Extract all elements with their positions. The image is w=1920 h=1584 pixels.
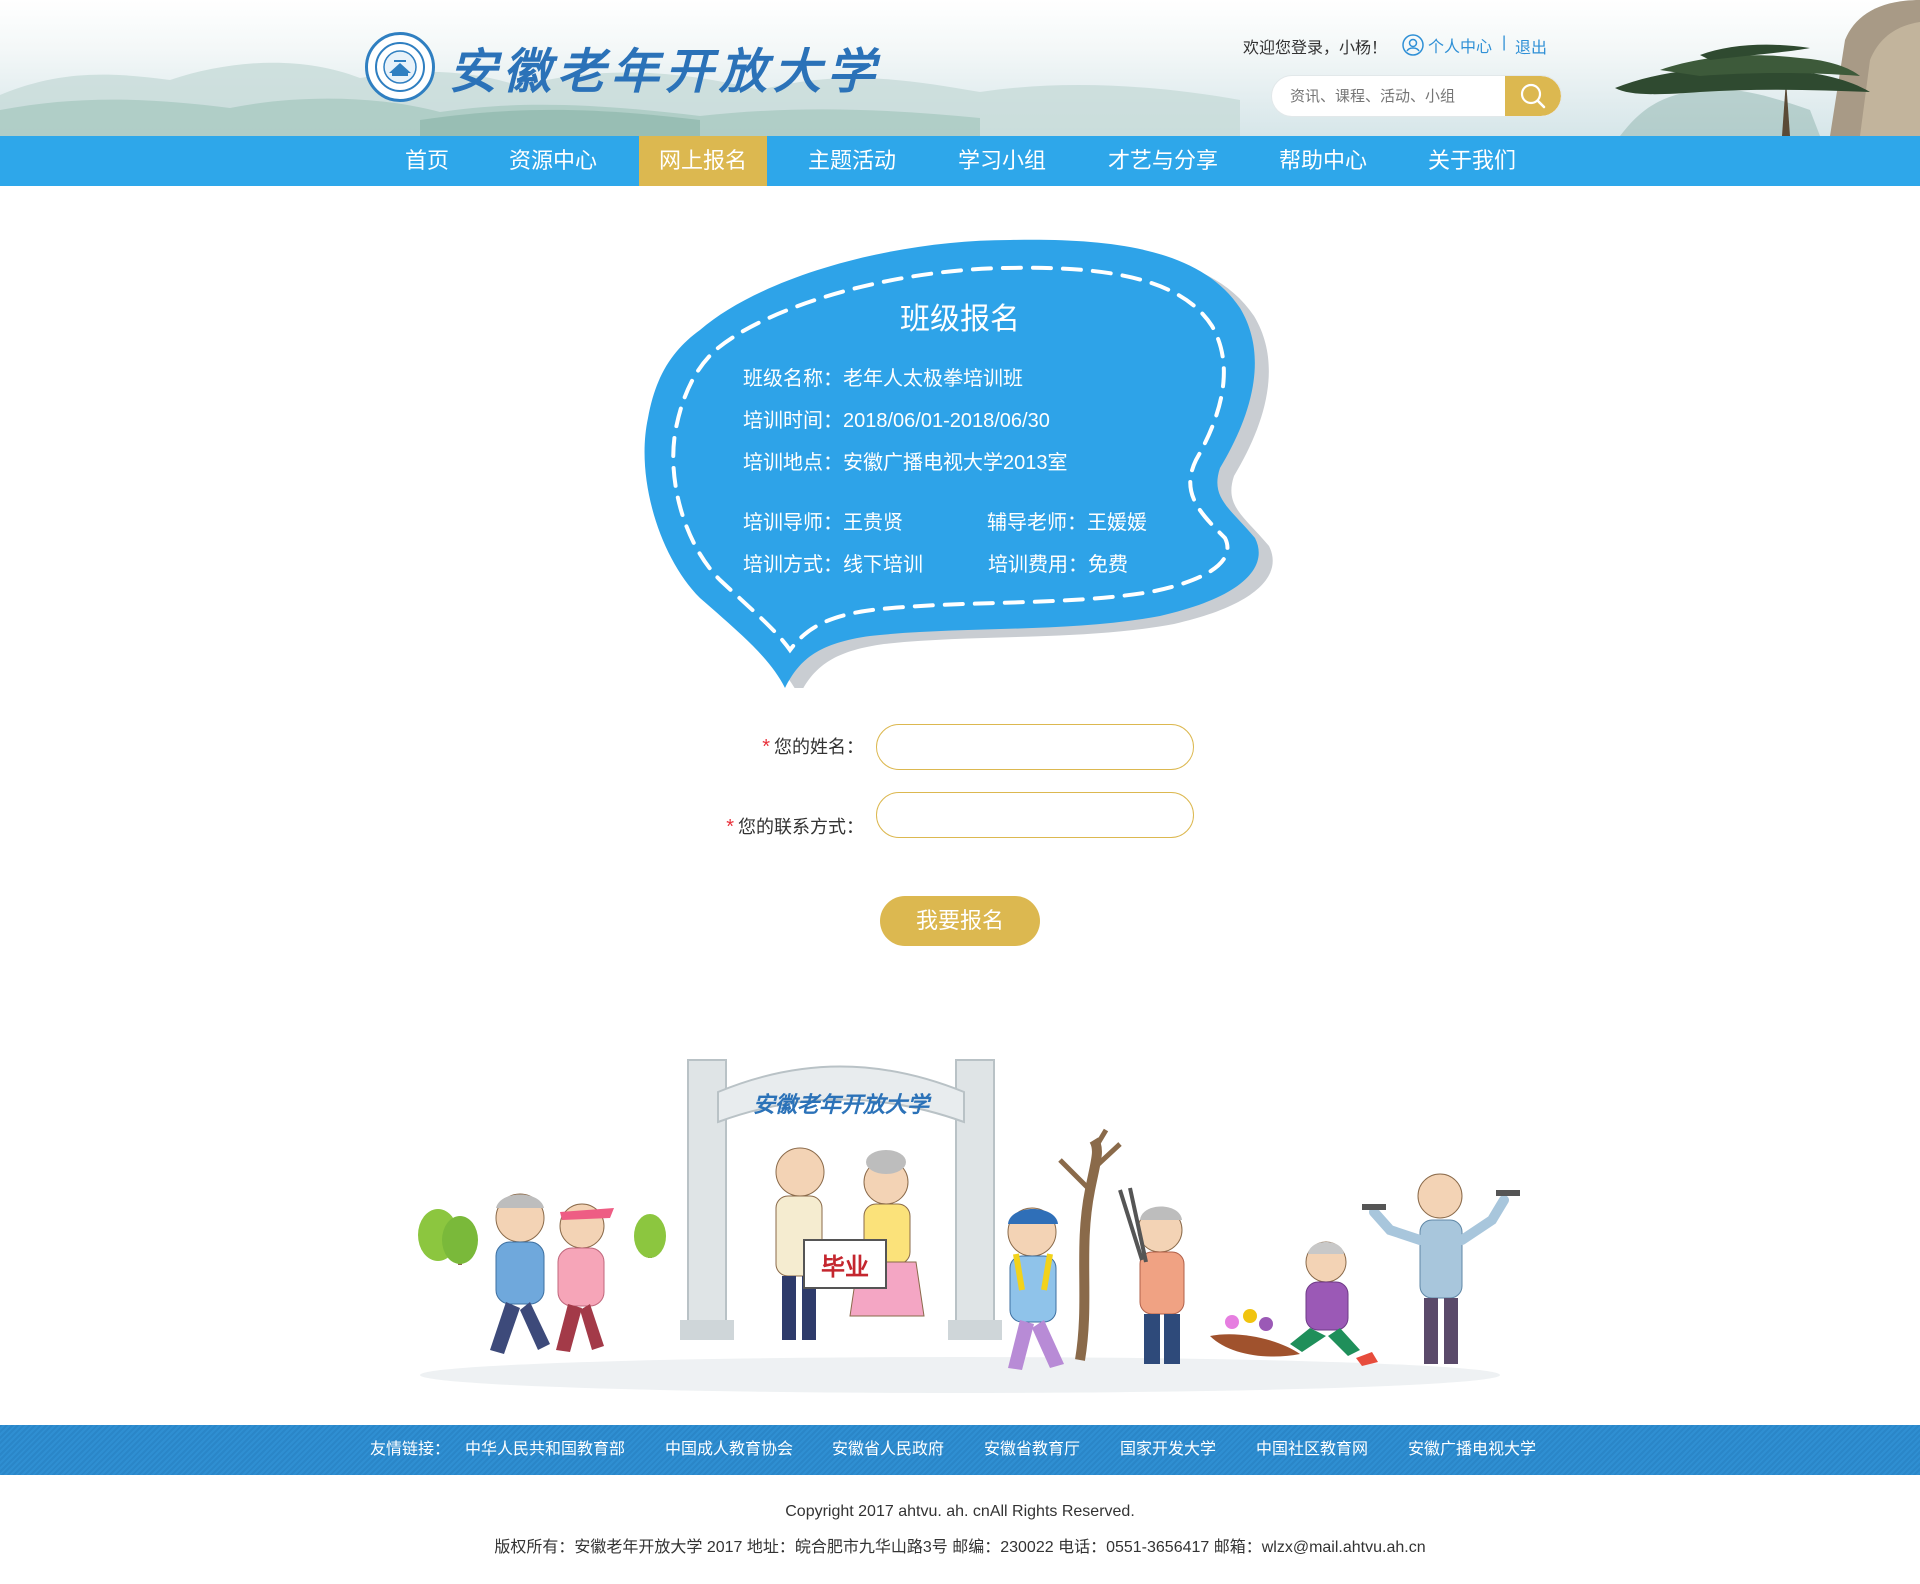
- nav-item-help-center[interactable]: 帮助中心: [1262, 136, 1384, 186]
- training-location-text: 培训地点：安徽广播电视大学2013室: [743, 452, 1068, 474]
- walking-elder: [1007, 1207, 1064, 1370]
- logout-link[interactable]: 退出: [1515, 34, 1547, 58]
- user-center-label: 个人中心: [1428, 39, 1493, 56]
- instructor-text: 培训导师：王贵贤: [743, 512, 903, 534]
- search-input[interactable]: [1272, 76, 1505, 116]
- assistant-teacher-text: 辅导老师：王媛媛: [987, 512, 1147, 534]
- contact-label-text: 您的联系方式：: [738, 817, 864, 837]
- link-anhui-government[interactable]: 安徽省人民政府: [832, 1425, 944, 1475]
- link-open-university[interactable]: 国家开发大学: [1120, 1425, 1216, 1475]
- header-divider: |: [1502, 34, 1507, 51]
- graduating-couple: 毕业: [775, 1147, 925, 1340]
- search-box: [1272, 76, 1561, 116]
- user-icon: [1402, 34, 1424, 56]
- link-anhui-tv-university[interactable]: 安徽广播电视大学: [1408, 1425, 1536, 1475]
- required-mark: *: [726, 816, 734, 838]
- main-nav: 首页 资源中心 网上报名 主题活动 学习小组 才艺与分享 帮助中心 关于我们: [0, 136, 1920, 186]
- friendly-links-label: 友情链接：: [370, 1441, 451, 1458]
- site-logo[interactable]: 安徽老年开放大学: [365, 32, 881, 102]
- mountain-scenery: [0, 0, 1920, 136]
- nav-item-about-us[interactable]: 关于我们: [1411, 136, 1533, 186]
- header: 安徽老年开放大学 欢迎您登录，小杨！ 个人中心 | 退出: [0, 0, 1920, 136]
- class-info-card: 班级报名 班级名称：老年人太极拳培训班 培训时间：2018/06/01-2018…: [640, 238, 1280, 688]
- search-button[interactable]: [1504, 76, 1561, 116]
- nav-item-resources[interactable]: 资源中心: [492, 136, 614, 186]
- search-icon: [1520, 83, 1546, 109]
- exercising-elder: [1362, 1173, 1520, 1364]
- nav-item-themed-activities[interactable]: 主题活动: [791, 136, 913, 186]
- link-anhui-education-dept[interactable]: 安徽省教育厅: [984, 1425, 1080, 1475]
- signup-submit-button[interactable]: 我要报名: [880, 896, 1040, 946]
- contact-field[interactable]: [876, 792, 1194, 838]
- class-name-text: 班级名称：老年人太极拳培训班: [743, 368, 1023, 390]
- university-seal-icon: [365, 32, 435, 102]
- jogging-couple: [490, 1193, 614, 1354]
- nav-item-talent-sharing[interactable]: 才艺与分享: [1088, 136, 1238, 186]
- nav-item-study-groups[interactable]: 学习小组: [941, 136, 1063, 186]
- user-center-link[interactable]: 个人中心: [1402, 33, 1492, 57]
- pruning-tree: [1058, 1128, 1185, 1364]
- training-mode-text: 培训方式：线下培训: [743, 554, 923, 576]
- copyright-text: Copyright 2017 ahtvu. ah. cnAll Rights R…: [785, 1503, 1135, 1520]
- name-field[interactable]: [876, 724, 1194, 770]
- link-adult-education-association[interactable]: 中国成人教育协会: [665, 1425, 793, 1475]
- arch-text: 安徽老年开放大学: [753, 1092, 932, 1118]
- training-fee-text: 培训费用：免费: [988, 554, 1128, 576]
- name-label-text: 您的姓名：: [774, 737, 864, 757]
- site-info-text: 版权所有：安徽老年开放大学 2017 地址：皖合肥市九华山路3号 邮编：2300…: [494, 1539, 1426, 1556]
- welcome-text: 欢迎您登录，小杨！: [1243, 40, 1388, 57]
- logo-title: 安徽老年开放大学: [449, 44, 882, 100]
- link-community-education[interactable]: 中国社区教育网: [1256, 1425, 1368, 1475]
- name-label: * 您的姓名：: [640, 733, 864, 759]
- card-title: 班级报名: [900, 303, 1020, 336]
- contact-label: * 您的联系方式：: [640, 813, 864, 839]
- nav-item-online-signup[interactable]: 网上报名: [639, 136, 767, 186]
- required-mark: *: [762, 736, 770, 758]
- link-ministry-of-education[interactable]: 中华人民共和国教育部: [465, 1425, 625, 1475]
- graduation-illustration: 安徽老年开放大学 毕业: [418, 1059, 1520, 1393]
- graduation-sign-text: 毕业: [821, 1253, 869, 1281]
- friendly-links-bar: 友情链接： 中华人民共和国教育部 中国成人教育协会 安徽省人民政府 安徽省教育厅…: [0, 1425, 1920, 1475]
- training-time-text: 培训时间：2018/06/01-2018/06/30: [743, 410, 1050, 432]
- nav-item-home[interactable]: 首页: [383, 136, 471, 186]
- gardening-elder: [1210, 1241, 1378, 1366]
- campus-arch: 安徽老年开放大学: [680, 1059, 1002, 1340]
